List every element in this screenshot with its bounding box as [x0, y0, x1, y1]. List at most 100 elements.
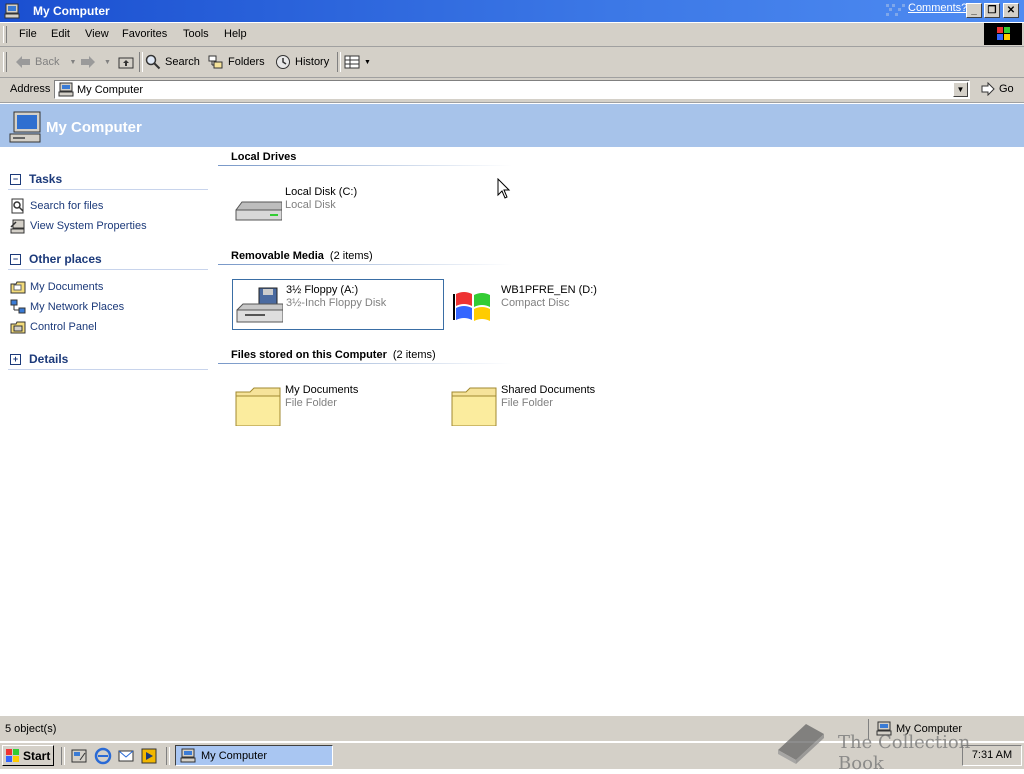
collapse-icon[interactable]: −: [10, 254, 21, 265]
section-divider: [8, 189, 208, 190]
toolbar-grip[interactable]: [3, 52, 7, 72]
my-computer-large-icon: [9, 111, 41, 143]
network-places-icon: [10, 299, 26, 314]
views-dropdown-icon[interactable]: ▼: [364, 59, 371, 66]
tile-floppy-a[interactable]: 3½ Floppy (A:) 3½-Inch Floppy Disk: [232, 279, 444, 330]
collapse-icon[interactable]: −: [10, 174, 21, 185]
restore-button[interactable]: ❐: [984, 3, 1000, 18]
group-count: (2 items): [329, 250, 373, 262]
my-computer-icon: [58, 82, 74, 97]
place-my-network-places[interactable]: My Network Places: [10, 299, 124, 315]
taskbar-button-my-computer[interactable]: My Computer: [175, 745, 333, 766]
group-divider: [218, 264, 512, 265]
outlook-express-icon[interactable]: [117, 747, 135, 765]
tile-name: My Documents: [285, 384, 359, 396]
forward-dropdown-icon[interactable]: ▼: [104, 59, 111, 66]
close-button[interactable]: ✕: [1003, 3, 1019, 18]
views-button[interactable]: ▼: [344, 51, 371, 73]
expand-icon[interactable]: +: [10, 354, 21, 365]
folders-button[interactable]: Folders: [208, 51, 265, 73]
tile-name: 3½ Floppy (A:): [286, 284, 359, 296]
tile-shared-documents[interactable]: Shared Documents File Folder: [448, 380, 658, 430]
folder-icon: [451, 387, 497, 426]
standard-toolbar: Back ▼ ▼ Search Folders History ▼: [0, 47, 1024, 78]
section-divider: [8, 269, 208, 270]
minimize-button[interactable]: _: [966, 3, 982, 18]
tile-name: WB1PFRE_EN (D:): [501, 284, 597, 296]
watermark: The Collection Book: [772, 720, 1012, 774]
task-view-system-properties[interactable]: View System Properties: [10, 218, 147, 234]
group-files-stored-title: Files stored on this Computer (2 items): [231, 349, 436, 361]
control-panel-icon: [10, 321, 26, 334]
search-files-icon: [11, 198, 24, 214]
group-title-text: Removable Media: [231, 250, 324, 262]
start-button[interactable]: Start: [2, 745, 54, 766]
tasks-title: Tasks: [29, 172, 63, 186]
back-label: Back: [35, 56, 60, 68]
tile-type: Local Disk: [285, 199, 336, 211]
menu-grip[interactable]: [3, 26, 7, 43]
comments-pattern-icon: [886, 4, 905, 16]
window-title: My Computer: [33, 4, 110, 18]
group-local-drives-title: Local Drives: [231, 151, 296, 163]
address-bar: Address My Computer ▼ Go: [0, 78, 1024, 103]
other-places-section-header[interactable]: − Other places: [10, 252, 102, 266]
group-removable-media-title: Removable Media (2 items): [231, 250, 373, 262]
tile-local-disk-c[interactable]: Local Disk (C:) Local Disk: [232, 182, 442, 232]
status-object-count: 5 object(s): [5, 723, 57, 735]
place-my-documents[interactable]: My Documents: [10, 279, 103, 295]
address-dropdown-button[interactable]: ▼: [953, 82, 968, 97]
details-section-header[interactable]: + Details: [10, 352, 68, 366]
forward-button[interactable]: ▼: [80, 51, 111, 73]
menu-bar: File Edit View Favorites Tools Help: [0, 23, 1024, 47]
address-value: My Computer: [77, 84, 144, 96]
menu-tools[interactable]: Tools: [183, 28, 209, 40]
up-folder-icon: [118, 57, 134, 69]
up-folder-button[interactable]: [118, 51, 134, 73]
back-button[interactable]: Back ▼: [15, 51, 76, 73]
section-divider: [8, 369, 208, 370]
taskbar-separator: [61, 747, 65, 765]
group-title-text: Files stored on this Computer: [231, 349, 387, 361]
go-button[interactable]: Go: [980, 82, 1014, 96]
group-divider: [218, 363, 512, 364]
toolbar-separator: [337, 52, 341, 72]
back-dropdown-icon[interactable]: ▼: [69, 59, 76, 66]
forward-arrow-icon: [81, 56, 95, 68]
go-arrow-icon: [981, 82, 995, 96]
other-places-title: Other places: [29, 252, 102, 266]
comments-link[interactable]: Comments?: [908, 2, 967, 14]
search-button[interactable]: Search: [145, 51, 200, 73]
group-divider: [218, 165, 512, 166]
tile-cd-d[interactable]: WB1PFRE_EN (D:) Compact Disc: [448, 280, 658, 330]
folder-header-title: My Computer: [46, 119, 142, 136]
tile-my-documents[interactable]: My Documents File Folder: [232, 380, 442, 430]
group-title-text: Local Drives: [231, 151, 297, 163]
history-button[interactable]: History: [275, 51, 329, 73]
place-label: My Documents: [30, 281, 104, 293]
my-computer-icon: [180, 748, 196, 763]
content-area: [208, 147, 1024, 714]
tile-type: Compact Disc: [501, 297, 570, 309]
tile-type: File Folder: [501, 397, 553, 409]
my-computer-icon: [4, 3, 20, 19]
windows-flag-icon: [997, 27, 1010, 40]
menu-view[interactable]: View: [85, 28, 109, 40]
menu-help[interactable]: Help: [224, 28, 247, 40]
task-search-for-files[interactable]: Search for files: [10, 198, 103, 214]
media-player-icon[interactable]: [140, 747, 158, 765]
address-label: Address: [10, 83, 51, 95]
search-label: Search: [165, 56, 200, 68]
mouse-cursor-icon: [497, 178, 511, 199]
menu-favorites[interactable]: Favorites: [122, 28, 167, 40]
menu-edit[interactable]: Edit: [51, 28, 70, 40]
tasks-section-header[interactable]: − Tasks: [10, 172, 62, 186]
internet-explorer-icon[interactable]: [94, 747, 112, 765]
windows-flag-icon: [6, 749, 19, 762]
place-control-panel[interactable]: Control Panel: [10, 319, 97, 335]
menu-file[interactable]: File: [19, 28, 37, 40]
show-desktop-icon[interactable]: [70, 747, 88, 765]
address-field[interactable]: My Computer ▼: [54, 80, 970, 99]
views-icon: [344, 55, 360, 69]
my-documents-icon: [10, 281, 26, 294]
